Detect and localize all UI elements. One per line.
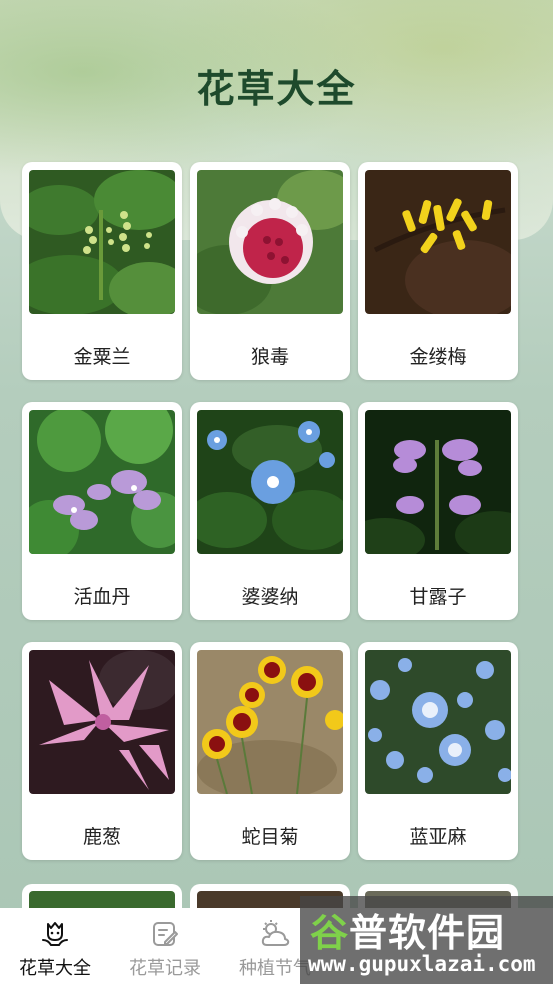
flower-icon xyxy=(42,922,68,946)
plant-card[interactable]: 狼毒 xyxy=(190,162,350,380)
plant-name: 金粟兰 xyxy=(73,346,131,368)
lycoris-photo xyxy=(29,650,175,794)
plant-name: 蛇目菊 xyxy=(241,826,299,848)
plant-name: 金缕梅 xyxy=(409,346,467,368)
chloranthus-photo xyxy=(29,170,175,314)
tab-label: 花草大全 xyxy=(19,958,91,979)
tab-flower-encyclopedia[interactable]: 花草大全 xyxy=(0,908,110,984)
stachys-photo xyxy=(365,410,511,554)
plant-name: 婆婆纳 xyxy=(241,586,299,608)
plant-name: 鹿葱 xyxy=(82,826,121,848)
plant-name: 活血丹 xyxy=(73,586,131,608)
witch-hazel-photo xyxy=(365,170,511,314)
plant-name: 蓝亚麻 xyxy=(409,826,467,848)
tab-flower-records[interactable]: 花草记录 xyxy=(110,908,220,984)
plant-card[interactable]: 蛇目菊 xyxy=(190,642,350,860)
plant-card[interactable]: 婆婆纳 xyxy=(190,402,350,620)
plant-grid: 金粟兰 狼毒 金缕梅 活血丹 婆婆纳 甘露子 鹿葱 蛇目菊 蓝亚麻 xyxy=(22,162,518,860)
watermark-url: www.gupuxlazai.com xyxy=(308,952,536,976)
plant-card[interactable]: 金缕梅 xyxy=(358,162,518,380)
tab-label: 花草记录 xyxy=(129,958,201,979)
plant-name: 狼毒 xyxy=(250,346,289,368)
note-edit-icon xyxy=(153,922,178,946)
stellera-photo xyxy=(197,170,343,314)
plant-name: 甘露子 xyxy=(409,586,467,608)
plant-card[interactable]: 金粟兰 xyxy=(22,162,182,380)
coreopsis-photo xyxy=(197,650,343,794)
plant-card[interactable]: 鹿葱 xyxy=(22,642,182,860)
plant-card[interactable]: 蓝亚麻 xyxy=(358,642,518,860)
glechoma-photo xyxy=(29,410,175,554)
plant-card[interactable]: 甘露子 xyxy=(358,402,518,620)
blue-flax-photo xyxy=(365,650,511,794)
page-title: 花草大全 xyxy=(196,67,357,111)
weather-cloud-icon xyxy=(261,920,290,946)
watermark-logo-text: 谷普软件园 xyxy=(310,911,506,955)
plant-card[interactable]: 活血丹 xyxy=(22,402,182,620)
site-watermark: 谷普软件园 www.gupuxlazai.com xyxy=(300,896,553,984)
veronica-photo xyxy=(197,410,343,554)
